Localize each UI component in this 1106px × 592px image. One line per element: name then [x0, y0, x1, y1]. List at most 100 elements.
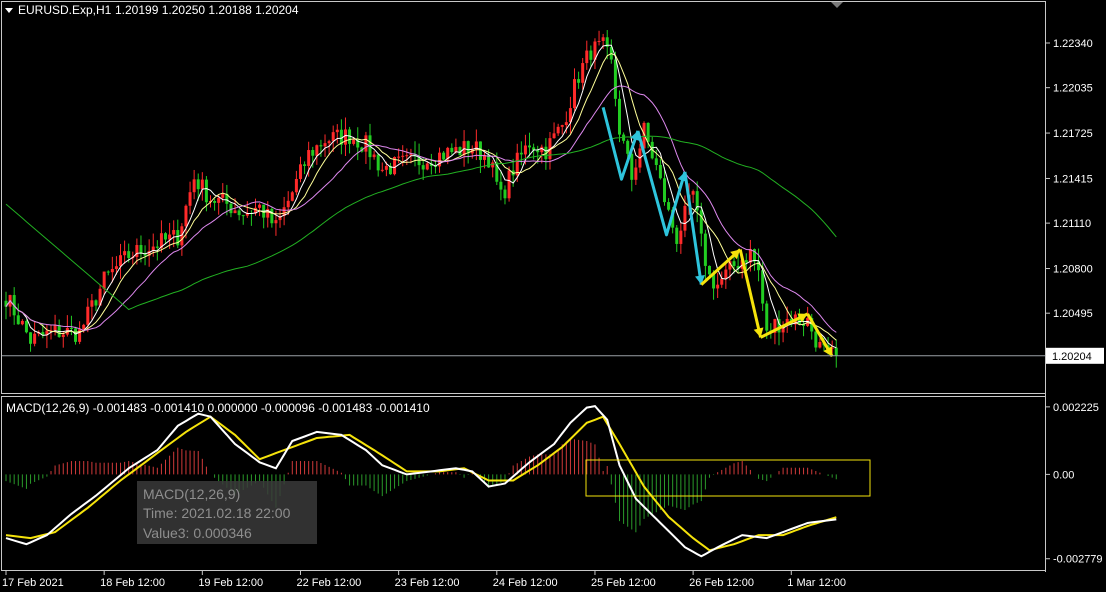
- candle-body: [442, 152, 446, 160]
- candle-body: [123, 251, 127, 256]
- candle-body: [270, 208, 274, 224]
- candle-body: [552, 133, 556, 139]
- price-tick-label: 1.22035: [1053, 83, 1093, 95]
- candle-body: [192, 179, 196, 193]
- current-price-label: 1.20204: [1052, 351, 1092, 363]
- candle-body: [613, 59, 617, 99]
- candle-body: [376, 154, 380, 171]
- macd-tick-label: 0.002225: [1053, 402, 1099, 414]
- candle-body: [127, 251, 131, 258]
- candle-body: [818, 342, 822, 348]
- time-tick-label: 19 Feb 12:00: [198, 577, 263, 589]
- candle-body: [577, 79, 581, 83]
- candle-body: [646, 122, 650, 142]
- candle-body: [744, 260, 748, 263]
- candle-body: [589, 50, 593, 60]
- candle-body: [241, 215, 245, 217]
- price-tick-label: 1.21415: [1053, 173, 1093, 185]
- candle-body: [298, 164, 302, 179]
- chart-ohlc: 1.20199 1.20250 1.20188 1.20204: [115, 3, 299, 17]
- candle-body: [188, 192, 192, 206]
- candle-body: [94, 300, 98, 306]
- candle-body: [274, 220, 278, 224]
- candle-body: [499, 181, 503, 190]
- candle-body: [748, 249, 752, 263]
- candle-body: [716, 284, 720, 289]
- ma-long-line: [5, 135, 837, 311]
- macd-tick-label: 0.00: [1053, 469, 1074, 481]
- candle-body: [761, 270, 765, 304]
- candle-body: [601, 37, 605, 41]
- candle-body: [352, 139, 356, 144]
- candle-body: [233, 210, 237, 214]
- price-tick-label: 1.21110: [1053, 218, 1091, 230]
- candle-body: [86, 306, 90, 325]
- macd-tick-label: -0.002779: [1053, 554, 1103, 566]
- moving-averages: [5, 44, 837, 349]
- candle-body: [667, 202, 671, 210]
- time-tick-label: 1 Mar 12:00: [787, 577, 846, 589]
- candle-body: [164, 233, 168, 240]
- candle-body: [630, 153, 634, 180]
- candle-body: [380, 169, 384, 171]
- candle-body: [343, 129, 347, 145]
- candle-body: [258, 204, 262, 208]
- candle-body: [662, 178, 666, 203]
- tooltip-line-3: Value3: 0.000346: [143, 525, 252, 541]
- tooltip-line-1: MACD(12,26,9): [143, 486, 240, 502]
- price-panel-frame: [1, 1, 1046, 394]
- dropdown-triangle-icon[interactable]: [5, 8, 13, 13]
- candle-body: [221, 193, 225, 198]
- candle-body: [290, 192, 294, 201]
- candle-body: [53, 325, 57, 331]
- candle-body: [135, 245, 139, 258]
- candle-body: [597, 40, 601, 42]
- tooltip-line-2: Time: 2021.02.18 22:00: [143, 505, 291, 521]
- scroll-marker-icon[interactable]: [831, 2, 843, 8]
- candle-body: [384, 165, 388, 170]
- candle-body: [564, 122, 568, 126]
- candle-body: [106, 271, 110, 273]
- candle-body: [74, 328, 78, 342]
- candle-body: [573, 79, 577, 109]
- candle-body: [200, 179, 204, 190]
- candle-body: [29, 332, 33, 344]
- candle-body: [834, 347, 838, 356]
- candle-body: [217, 197, 221, 203]
- candle-body: [732, 261, 736, 266]
- candle-body: [626, 140, 630, 154]
- candle-body: [691, 191, 695, 195]
- candle-body: [478, 141, 482, 160]
- candle-body: [311, 150, 315, 156]
- macd-axis: 0.002225 0.00 -0.002779: [1045, 402, 1103, 566]
- candle-body: [319, 145, 323, 147]
- candle-body: [303, 164, 307, 166]
- candle-body: [307, 150, 311, 166]
- candle-body: [114, 266, 118, 269]
- trading-chart[interactable]: 1.20495 1.20800 1.21110 1.21415 1.21725 1.220…: [0, 0, 1106, 592]
- candle-body: [515, 152, 519, 176]
- candle-body: [315, 145, 319, 156]
- candle-body: [335, 129, 339, 133]
- candle-body: [294, 178, 298, 193]
- candle-body: [409, 153, 413, 156]
- wave-arrows: [601, 107, 834, 358]
- candle-body: [556, 126, 560, 134]
- candle-body: [405, 155, 409, 157]
- candle-body: [286, 200, 290, 208]
- candle-body: [507, 170, 511, 199]
- candle-body: [139, 245, 143, 254]
- candle-body: [204, 179, 208, 203]
- candle-body: [24, 320, 28, 333]
- time-tick-label: 18 Feb 12:00: [100, 577, 165, 589]
- macd-main-line: [5, 405, 837, 558]
- ma-mid-line: [5, 53, 837, 341]
- chart-symbol: EURUSD.Exp,H1: [18, 3, 112, 17]
- candle-body: [110, 268, 114, 273]
- time-tick-label: 22 Feb 12:00: [296, 577, 361, 589]
- candle-body: [683, 205, 687, 231]
- time-tick-label: 26 Feb 12:00: [689, 577, 754, 589]
- candle-body: [450, 147, 454, 153]
- candle-body: [503, 189, 507, 199]
- candle-body: [401, 155, 405, 157]
